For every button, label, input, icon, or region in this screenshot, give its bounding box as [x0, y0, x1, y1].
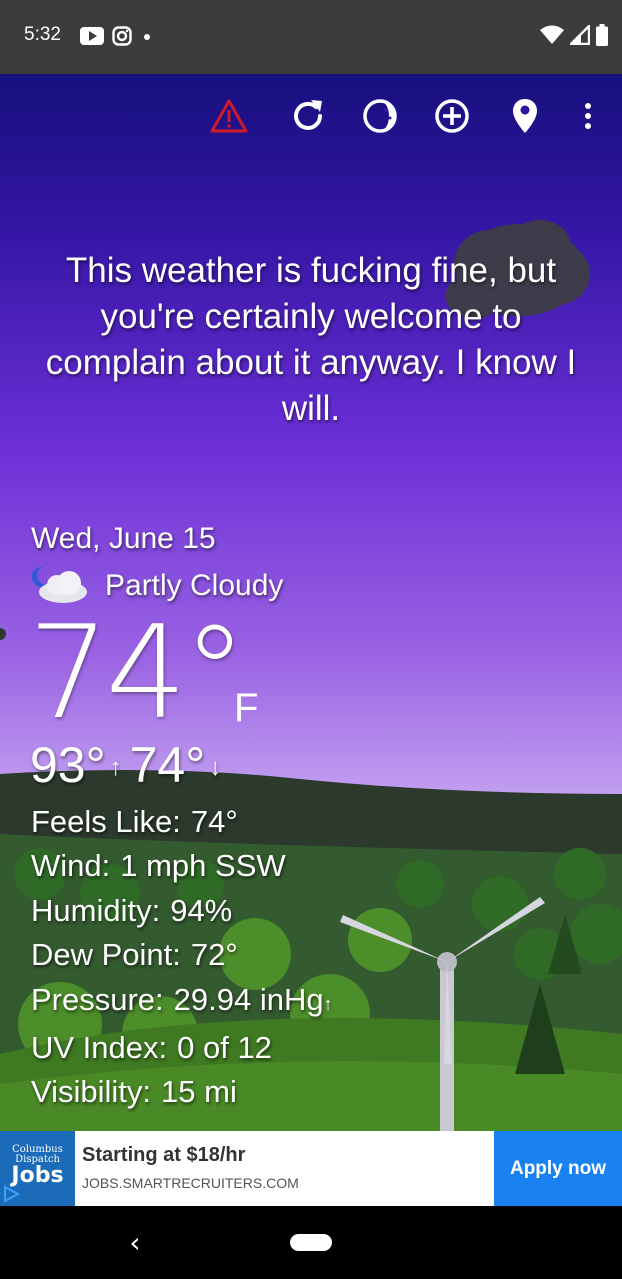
wind-value: 1 mph SSW	[120, 848, 286, 884]
high-temperature: 93°	[30, 737, 106, 793]
toolbar	[0, 94, 622, 142]
low-arrow-icon: ↓	[209, 754, 222, 781]
pressure-label: Pressure:	[31, 981, 164, 1017]
current-temperature: 74°	[28, 599, 247, 748]
ad-choices-icon[interactable]	[2, 1185, 21, 1207]
status-icons-right	[540, 23, 608, 50]
ad-url[interactable]: JOBS.SMARTRECRUITERS.COM	[82, 1175, 299, 1191]
dew-point-value: 72°	[190, 937, 238, 973]
location-pin-icon[interactable]	[503, 94, 547, 138]
alert-icon[interactable]	[207, 94, 251, 138]
pressure-trend-icon: ↑	[323, 993, 333, 1014]
feels-like-label: Feels Like:	[31, 804, 181, 839]
visibility-label: Visibility:	[31, 1074, 152, 1110]
pressure-value: 29.94 inHg	[173, 981, 324, 1017]
ad-logo-line2: Jobs	[11, 1163, 64, 1188]
humidity-row: Humidity: 94%	[31, 889, 333, 933]
navigation-bar: ‹	[0, 1206, 622, 1279]
wind-row: Wind: 1 mph SSW	[31, 844, 333, 888]
humidity-label: Humidity:	[31, 892, 161, 928]
signal-icon	[568, 23, 591, 49]
weather-view: This weather is fucking fine, but you're…	[0, 74, 622, 1131]
visibility-row: Visibility: 15 mi	[31, 1070, 333, 1114]
youtube-icon	[80, 27, 104, 49]
status-time: 5:32	[24, 24, 61, 45]
add-location-icon[interactable]	[430, 94, 474, 138]
uv-index-label: UV Index:	[31, 1030, 168, 1066]
wifi-icon	[540, 25, 564, 49]
low-temperature: 74°	[129, 737, 206, 793]
dew-point-label: Dew Point:	[31, 937, 181, 973]
uv-index-row: UV Index: 0 of 12	[31, 1026, 333, 1070]
high-arrow-icon: ↑	[109, 754, 122, 781]
weather-quip: This weather is fucking fine, but you're…	[45, 251, 577, 428]
status-icons-left	[80, 26, 154, 50]
uv-index-value: 0 of 12	[177, 1030, 272, 1066]
temperature-unit[interactable]: F	[234, 686, 258, 731]
ad-logo-line1: Columbus Dispatch	[12, 1144, 63, 1165]
ad-logo[interactable]: Columbus Dispatch Jobs	[0, 1131, 75, 1206]
forecast-date: Wed, June 15	[31, 522, 216, 555]
instagram-icon	[112, 26, 132, 50]
dew-point-row: Dew Point: 72°	[31, 933, 333, 977]
refresh-icon[interactable]	[286, 94, 330, 138]
theme-icon[interactable]	[358, 94, 402, 138]
ad-banner[interactable]: Columbus Dispatch Jobs Starting at $18/h…	[0, 1131, 622, 1206]
back-chevron-icon: ‹	[129, 1225, 141, 1259]
high-low: 93° ↑ 74° ↓	[30, 736, 229, 794]
condition-text: Partly Cloudy	[105, 569, 284, 602]
battery-icon	[596, 24, 608, 50]
wind-label: Wind:	[31, 848, 111, 884]
apply-now-button[interactable]: Apply now	[494, 1131, 622, 1206]
pressure-row: Pressure: 29.94 inHg↑	[31, 978, 333, 1026]
status-bar: 5:32	[0, 0, 622, 74]
home-button[interactable]	[290, 1234, 332, 1251]
feels-like-row: Feels Like: 74°	[31, 800, 333, 844]
dot-icon	[140, 29, 154, 48]
feels-like-value: 74°	[190, 804, 238, 839]
back-button[interactable]: ‹	[122, 1225, 148, 1259]
visibility-value: 15 mi	[161, 1074, 237, 1110]
ad-title[interactable]: Starting at $18/hr	[82, 1144, 245, 1167]
humidity-value: 94%	[170, 892, 233, 928]
more-options-icon[interactable]	[566, 94, 610, 138]
weather-details: Feels Like: 74° Wind: 1 mph SSW Humidity: 9…	[31, 800, 333, 1115]
